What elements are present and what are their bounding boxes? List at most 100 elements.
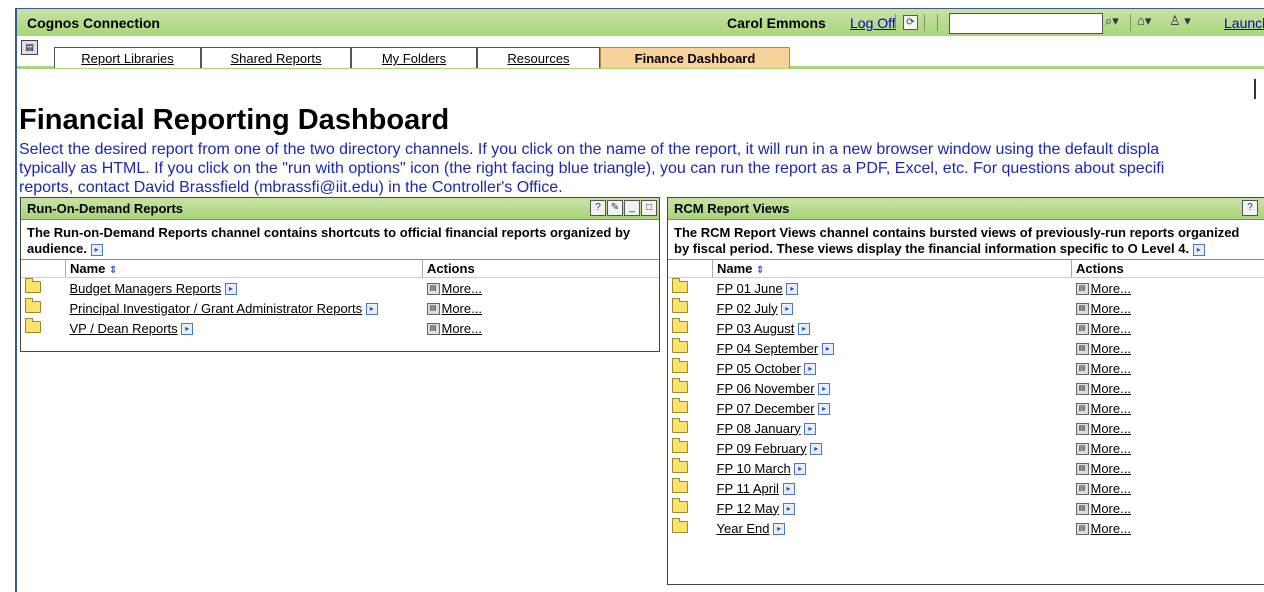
run-with-options-icon[interactable]: ▸	[773, 523, 785, 535]
report-link[interactable]: Budget Managers Reports	[70, 281, 222, 296]
launch-link[interactable]: Launch	[1224, 15, 1264, 31]
properties-icon[interactable]: ▤	[427, 303, 440, 315]
user-dropdown-icon[interactable]: ♙ ▾	[1169, 13, 1191, 29]
search-input[interactable]	[949, 13, 1103, 34]
folder-icon	[25, 301, 41, 313]
properties-icon[interactable]: ▤	[1076, 523, 1089, 535]
more-link[interactable]: More...	[1091, 481, 1131, 496]
report-link[interactable]: Principal Investigator / Grant Administr…	[70, 301, 363, 316]
run-with-options-icon[interactable]: ▸	[783, 483, 795, 495]
run-with-options-icon[interactable]: ▸	[822, 343, 834, 355]
report-link[interactable]: FP 08 January	[717, 421, 801, 436]
report-link[interactable]: FP 06 November	[717, 381, 815, 396]
more-link[interactable]: More...	[1091, 361, 1131, 376]
name-column-header[interactable]: Name ⇕	[713, 260, 1072, 278]
run-with-options-icon[interactable]: ▸	[91, 244, 103, 256]
edit-icon[interactable]: ✎	[607, 200, 623, 216]
more-link[interactable]: More...	[1091, 421, 1131, 436]
report-link[interactable]: FP 02 July	[717, 301, 778, 316]
name-header-label: Name	[70, 261, 105, 276]
run-with-options-icon[interactable]: ▸	[225, 283, 237, 295]
properties-icon[interactable]: ▤	[1076, 363, 1089, 375]
search-options-dropdown-icon[interactable]: ⌕▾	[1105, 13, 1119, 29]
more-link[interactable]: More...	[1091, 441, 1131, 456]
more-link[interactable]: More...	[1091, 381, 1131, 396]
help-icon[interactable]: ?	[1242, 200, 1258, 216]
sort-icon[interactable]: ⇕	[756, 265, 764, 276]
run-with-options-icon[interactable]: ▸	[783, 503, 795, 515]
more-link[interactable]: More...	[1091, 321, 1131, 336]
properties-icon[interactable]: ▤	[1076, 503, 1089, 515]
home-dropdown-icon[interactable]: ⌂▾	[1137, 13, 1151, 29]
more-link[interactable]: More...	[1091, 521, 1131, 536]
sort-icon[interactable]: ⇕	[109, 265, 117, 276]
name-column-header[interactable]: Name ⇕	[66, 260, 423, 278]
report-link[interactable]: FP 01 June	[717, 281, 783, 296]
more-link[interactable]: More...	[442, 321, 482, 336]
properties-icon[interactable]: ▤	[427, 283, 440, 295]
run-with-options-icon[interactable]: ▸	[786, 283, 798, 295]
folder-icon	[672, 361, 688, 373]
help-icon[interactable]: ?	[590, 200, 606, 216]
report-link[interactable]: FP 03 August	[717, 321, 795, 336]
more-link[interactable]: More...	[1091, 401, 1131, 416]
tab-report-libraries[interactable]: Report Libraries	[54, 47, 201, 68]
properties-icon[interactable]: ▤	[1076, 383, 1089, 395]
more-link[interactable]: More...	[442, 301, 482, 316]
run-with-options-icon[interactable]: ▸	[794, 463, 806, 475]
more-link[interactable]: More...	[1091, 281, 1131, 296]
report-link[interactable]: FP 10 March	[717, 461, 791, 476]
properties-icon[interactable]: ▤	[1076, 443, 1089, 455]
scrollbar[interactable]	[1254, 79, 1256, 99]
run-with-options-icon[interactable]: ▸	[818, 403, 830, 415]
portal-icon[interactable]: ▤	[21, 40, 38, 55]
report-link[interactable]: FP 12 May	[717, 501, 780, 516]
table-row: Budget Managers Reports ▸ ▤More...	[21, 278, 659, 299]
tab-shared-reports[interactable]: Shared Reports	[201, 47, 351, 68]
report-link[interactable]: FP 07 December	[717, 401, 815, 416]
run-with-options-icon[interactable]: ▸	[181, 323, 193, 335]
properties-icon[interactable]: ▤	[1076, 423, 1089, 435]
user-name: Carol Emmons	[727, 15, 826, 31]
minimize-icon[interactable]: _	[624, 200, 640, 216]
report-link[interactable]: FP 11 April	[717, 481, 779, 496]
table-row: Year End ▸ ▤More...	[668, 518, 1264, 538]
icon-column	[668, 260, 713, 278]
report-link[interactable]: FP 09 February	[717, 441, 807, 456]
folder-icon	[672, 281, 688, 293]
properties-icon[interactable]: ▤	[1076, 403, 1089, 415]
report-link[interactable]: VP / Dean Reports	[70, 321, 178, 336]
more-link[interactable]: More...	[442, 281, 482, 296]
tab-my-folders[interactable]: My Folders	[351, 47, 477, 68]
run-with-options-icon[interactable]: ▸	[1193, 244, 1205, 256]
maximize-icon[interactable]: □	[641, 200, 657, 216]
log-off-link[interactable]: Log Off	[850, 15, 896, 31]
run-with-options-icon[interactable]: ▸	[818, 383, 830, 395]
run-with-options-icon[interactable]: ▸	[804, 423, 816, 435]
properties-icon[interactable]: ▤	[1076, 323, 1089, 335]
tab-resources[interactable]: Resources	[477, 47, 600, 68]
more-link[interactable]: More...	[1091, 341, 1131, 356]
more-link[interactable]: More...	[1091, 461, 1131, 476]
report-link[interactable]: FP 04 September	[717, 341, 819, 356]
folder-icon	[672, 341, 688, 353]
folder-icon	[25, 281, 41, 293]
run-with-options-icon[interactable]: ▸	[781, 303, 793, 315]
tab-finance-dashboard[interactable]: Finance Dashboard	[600, 47, 790, 68]
refresh-icon[interactable]: ⟳	[903, 15, 918, 30]
more-link[interactable]: More...	[1091, 301, 1131, 316]
run-with-options-icon[interactable]: ▸	[366, 303, 378, 315]
run-with-options-icon[interactable]: ▸	[804, 363, 816, 375]
properties-icon[interactable]: ▤	[1076, 463, 1089, 475]
intro-line: reports, contact David Brassfield (mbras…	[19, 178, 1264, 197]
properties-icon[interactable]: ▤	[427, 323, 440, 335]
properties-icon[interactable]: ▤	[1076, 283, 1089, 295]
more-link[interactable]: More...	[1091, 501, 1131, 516]
properties-icon[interactable]: ▤	[1076, 303, 1089, 315]
report-link[interactable]: FP 05 October	[717, 361, 801, 376]
properties-icon[interactable]: ▤	[1076, 483, 1089, 495]
run-with-options-icon[interactable]: ▸	[810, 443, 822, 455]
properties-icon[interactable]: ▤	[1076, 343, 1089, 355]
run-with-options-icon[interactable]: ▸	[798, 323, 810, 335]
report-link[interactable]: Year End	[717, 521, 770, 536]
